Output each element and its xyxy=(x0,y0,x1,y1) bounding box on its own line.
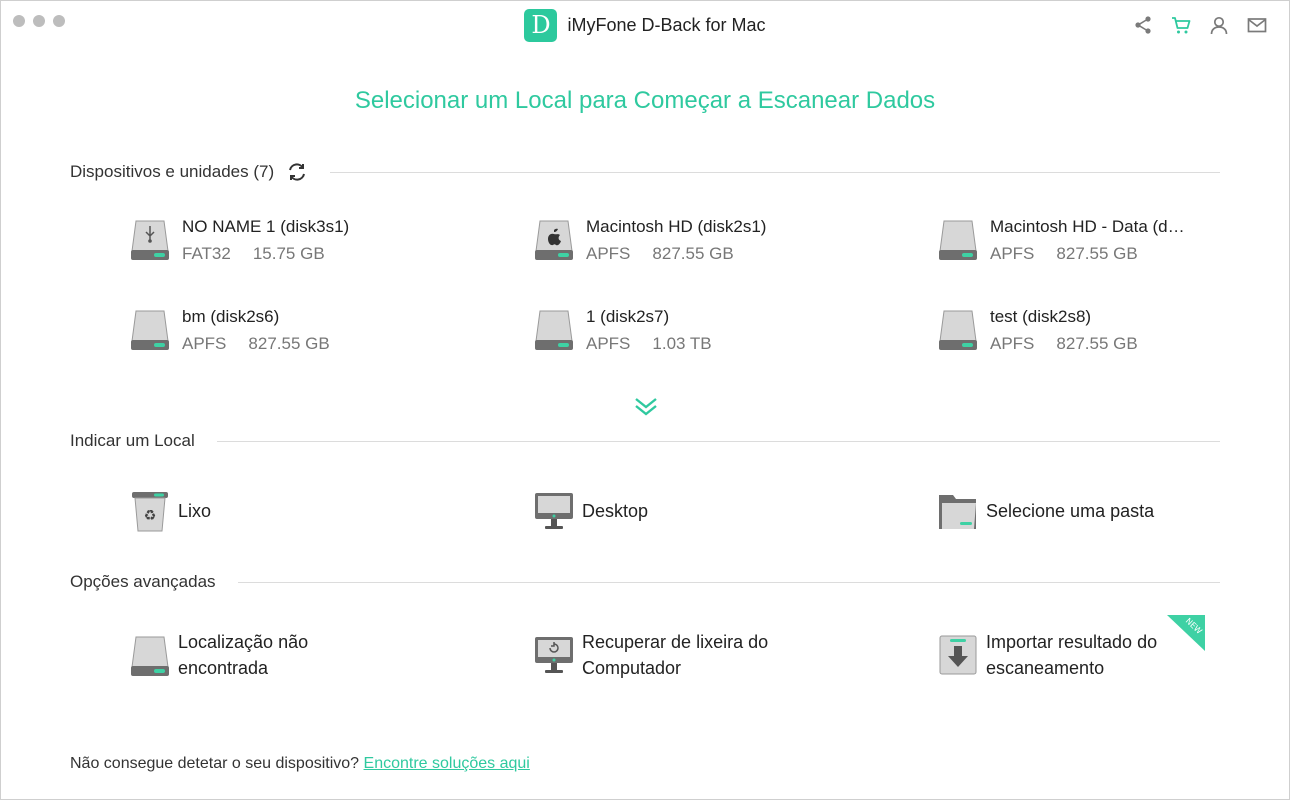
advanced-import-scan-result[interactable]: Importar resultado do escaneamento xyxy=(938,629,1157,681)
location-desktop[interactable]: Desktop xyxy=(534,489,648,533)
advanced-lost-location[interactable]: Localização não encontrada xyxy=(130,629,308,681)
expand-more-icon[interactable] xyxy=(633,395,659,417)
device-name: test (disk2s8) xyxy=(990,307,1092,326)
device-filesystem: APFS xyxy=(990,244,1035,263)
hard-drive-icon xyxy=(939,310,977,350)
advanced-label-line1: Importar resultado do xyxy=(986,632,1158,652)
device-filesystem: APFS xyxy=(586,244,631,263)
apple-drive-icon xyxy=(535,220,573,260)
section-divider xyxy=(216,440,1220,442)
device-item-macintosh-hd-data[interactable]: Macintosh HD - Data (d… APFS 827.55 GB xyxy=(938,217,1210,264)
hard-drive-icon xyxy=(939,220,977,260)
device-size: 827.55 GB xyxy=(1056,244,1138,263)
device-filesystem: APFS xyxy=(182,334,227,353)
app-window: D iMyFone D-Back for Mac Selecionar um L… xyxy=(0,0,1290,800)
cart-icon[interactable] xyxy=(1171,15,1191,35)
app-title: iMyFone D-Back for Mac xyxy=(567,14,766,35)
device-filesystem: FAT32 xyxy=(182,244,231,263)
monitor-icon xyxy=(535,493,573,529)
new-badge: NEW xyxy=(1167,615,1205,651)
refresh-icon[interactable] xyxy=(286,161,308,183)
device-item-disk2s8[interactable]: test (disk2s8) APFS 827.55 GB xyxy=(938,307,1210,354)
devices-section-label: Dispositivos e unidades (7) xyxy=(70,162,275,181)
devices-section-header: Dispositivos e unidades (7) xyxy=(70,161,1220,183)
locations-section-label: Indicar um Local xyxy=(70,431,195,450)
device-name: Macintosh HD - Data (d… xyxy=(990,217,1185,236)
device-size: 827.55 GB xyxy=(652,244,734,263)
device-item-disk2s6[interactable]: bm (disk2s6) APFS 827.55 GB xyxy=(130,307,482,354)
advanced-label-line2: Computador xyxy=(582,658,682,678)
page-title: Selecionar um Local para Começar a Escan… xyxy=(354,87,936,114)
toolbar-icons xyxy=(1133,15,1267,35)
device-item-disk2s7[interactable]: 1 (disk2s7) APFS 1.03 TB xyxy=(534,307,886,354)
footer-question: Não consegue detetar o seu dispositivo? xyxy=(70,755,360,772)
location-label: Selecione uma pasta xyxy=(986,501,1155,521)
advanced-label-line1: Localização não xyxy=(178,632,309,652)
device-filesystem: APFS xyxy=(990,334,1035,353)
usb-drive-icon xyxy=(131,220,169,260)
device-name: Macintosh HD (disk2s1) xyxy=(586,217,767,236)
folder-icon xyxy=(939,495,976,529)
device-size: 15.75 GB xyxy=(252,244,325,263)
hard-drive-icon xyxy=(131,310,169,350)
location-label: Lixo xyxy=(178,501,212,521)
location-trash[interactable]: ♻ Lixo xyxy=(130,489,211,533)
section-divider xyxy=(237,581,1220,583)
app-logo-icon: D xyxy=(524,8,558,42)
title-bar: D iMyFone D-Back for Mac xyxy=(1,7,1289,43)
device-size: 827.55 GB xyxy=(1056,334,1138,353)
account-icon[interactable] xyxy=(1209,15,1229,35)
locations-section-header: Indicar um Local xyxy=(70,431,1220,451)
advanced-section-header: Opções avançadas xyxy=(70,572,1220,592)
location-label: Desktop xyxy=(582,501,649,521)
hard-drive-icon xyxy=(131,636,169,676)
advanced-recover-computer-trash[interactable]: Recuperar de lixeira do Computador xyxy=(534,629,768,681)
trash-icon: ♻ xyxy=(132,492,168,532)
device-item-disk3s1[interactable]: NO NAME 1 (disk3s1) FAT32 15.75 GB xyxy=(130,217,482,264)
find-solutions-link[interactable]: Encontre soluções aqui xyxy=(364,755,530,772)
import-icon xyxy=(939,635,977,675)
device-name: 1 (disk2s7) xyxy=(586,307,670,326)
advanced-label-line2: encontrada xyxy=(178,658,269,678)
device-size: 1.03 TB xyxy=(652,334,712,353)
advanced-label-line1: Recuperar de lixeira do xyxy=(582,632,769,652)
monitor-restore-icon xyxy=(535,637,573,673)
device-name: NO NAME 1 (disk3s1) xyxy=(182,217,350,236)
footer-help: Não consegue detetar o seu dispositivo? … xyxy=(70,755,530,773)
device-item-disk2s1[interactable]: Macintosh HD (disk2s1) APFS 827.55 GB xyxy=(534,217,886,264)
share-icon[interactable] xyxy=(1133,15,1153,35)
device-filesystem: APFS xyxy=(586,334,631,353)
mail-icon[interactable] xyxy=(1247,15,1267,35)
advanced-label-line2: escaneamento xyxy=(986,658,1105,678)
svg-text:♻: ♻ xyxy=(144,508,157,524)
advanced-section-label: Opções avançadas xyxy=(70,572,216,591)
hard-drive-icon xyxy=(535,310,573,350)
location-select-folder[interactable]: Selecione uma pasta xyxy=(938,489,1154,533)
device-size: 827.55 GB xyxy=(248,334,330,353)
section-divider xyxy=(330,171,1220,173)
device-name: bm (disk2s6) xyxy=(182,307,280,326)
